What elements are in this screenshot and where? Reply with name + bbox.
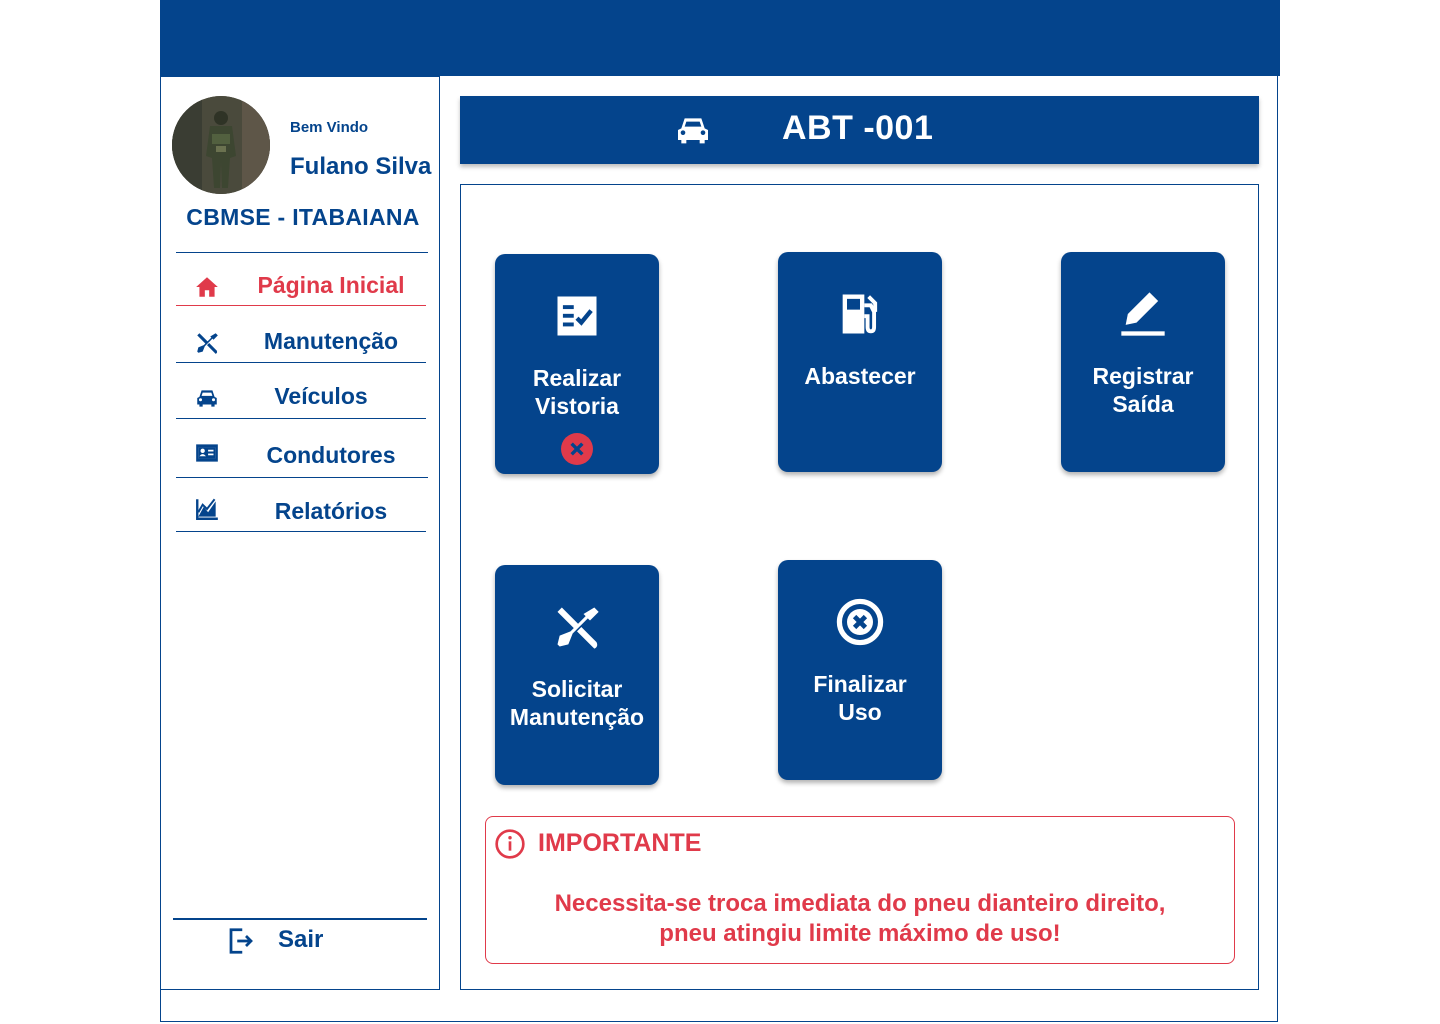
alert-title: IMPORTANTE <box>538 829 702 857</box>
user-avatar-photo <box>172 96 270 194</box>
sidebar-divider <box>176 252 428 253</box>
status-badge <box>561 433 593 465</box>
home-icon <box>194 274 220 300</box>
tools-icon <box>551 601 603 653</box>
sidebar-item-reports[interactable]: Relatórios <box>176 492 426 532</box>
top-bar <box>160 0 1280 76</box>
chart-icon <box>194 496 220 522</box>
sidebar-item-label: Manutenção <box>263 328 399 354</box>
logout-label: Sair <box>278 926 324 953</box>
action-registrar-saida[interactable]: Registrar Saída <box>1061 252 1225 472</box>
sidebar-divider <box>176 477 428 478</box>
avatar <box>172 96 270 194</box>
sidebar-divider <box>176 305 426 306</box>
alert-message: Necessita-se troca imediata do pneu dian… <box>554 890 1166 947</box>
alert-box: IMPORTANTE Necessita-se troca imediata d… <box>485 816 1235 964</box>
user-name: Fulano Silva <box>290 153 432 180</box>
sidebar-item-home[interactable]: Página Inicial <box>176 266 426 306</box>
action-label: Finalizar Uso <box>813 671 907 725</box>
action-realizar-vistoria[interactable]: Realizar Vistoria <box>495 254 659 474</box>
action-label: Registrar Saída <box>1092 363 1194 417</box>
welcome-text: Bem Vindo <box>290 119 369 136</box>
vehicle-plate: ABT -001 <box>782 109 934 147</box>
sidebar-divider <box>176 418 426 419</box>
close-circle-icon <box>834 596 886 648</box>
sidebar-item-label: Veículos <box>274 383 368 409</box>
logout-icon <box>229 928 253 954</box>
sidebar-item-label: Condutores <box>266 442 396 468</box>
tools-icon <box>194 330 220 356</box>
pencil-icon <box>1117 288 1169 340</box>
sidebar-divider <box>176 362 426 363</box>
action-abastecer[interactable]: Abastecer <box>778 252 942 472</box>
sidebar-item-label: Relatórios <box>274 498 388 524</box>
action-label: Solicitar Manutenção <box>509 676 645 730</box>
id-card-icon <box>194 440 220 466</box>
logout-button[interactable]: Sair <box>226 924 346 960</box>
action-label: Realizar Vistoria <box>532 365 622 419</box>
action-finalizar-uso[interactable]: Finalizar Uso <box>778 560 942 780</box>
sidebar-divider <box>176 531 426 532</box>
sidebar-item-maintenance[interactable]: Manutenção <box>176 322 426 362</box>
checklist-icon <box>551 290 603 342</box>
car-icon <box>678 118 708 144</box>
fuel-pump-icon <box>834 288 886 340</box>
sidebar-item-label: Página Inicial <box>257 272 405 298</box>
info-icon <box>494 828 526 860</box>
action-solicitar-manutencao[interactable]: Solicitar Manutenção <box>495 565 659 785</box>
sidebar-divider <box>173 918 427 920</box>
close-icon <box>570 442 584 456</box>
unit-name: CBMSE - ITABAIANA <box>186 204 420 230</box>
vehicle-header: ABT -001 <box>460 96 1259 164</box>
action-label: Abastecer <box>804 363 916 389</box>
sidebar-item-drivers[interactable]: Condutores <box>176 436 426 476</box>
sidebar-item-vehicles[interactable]: Veículos <box>176 377 426 417</box>
